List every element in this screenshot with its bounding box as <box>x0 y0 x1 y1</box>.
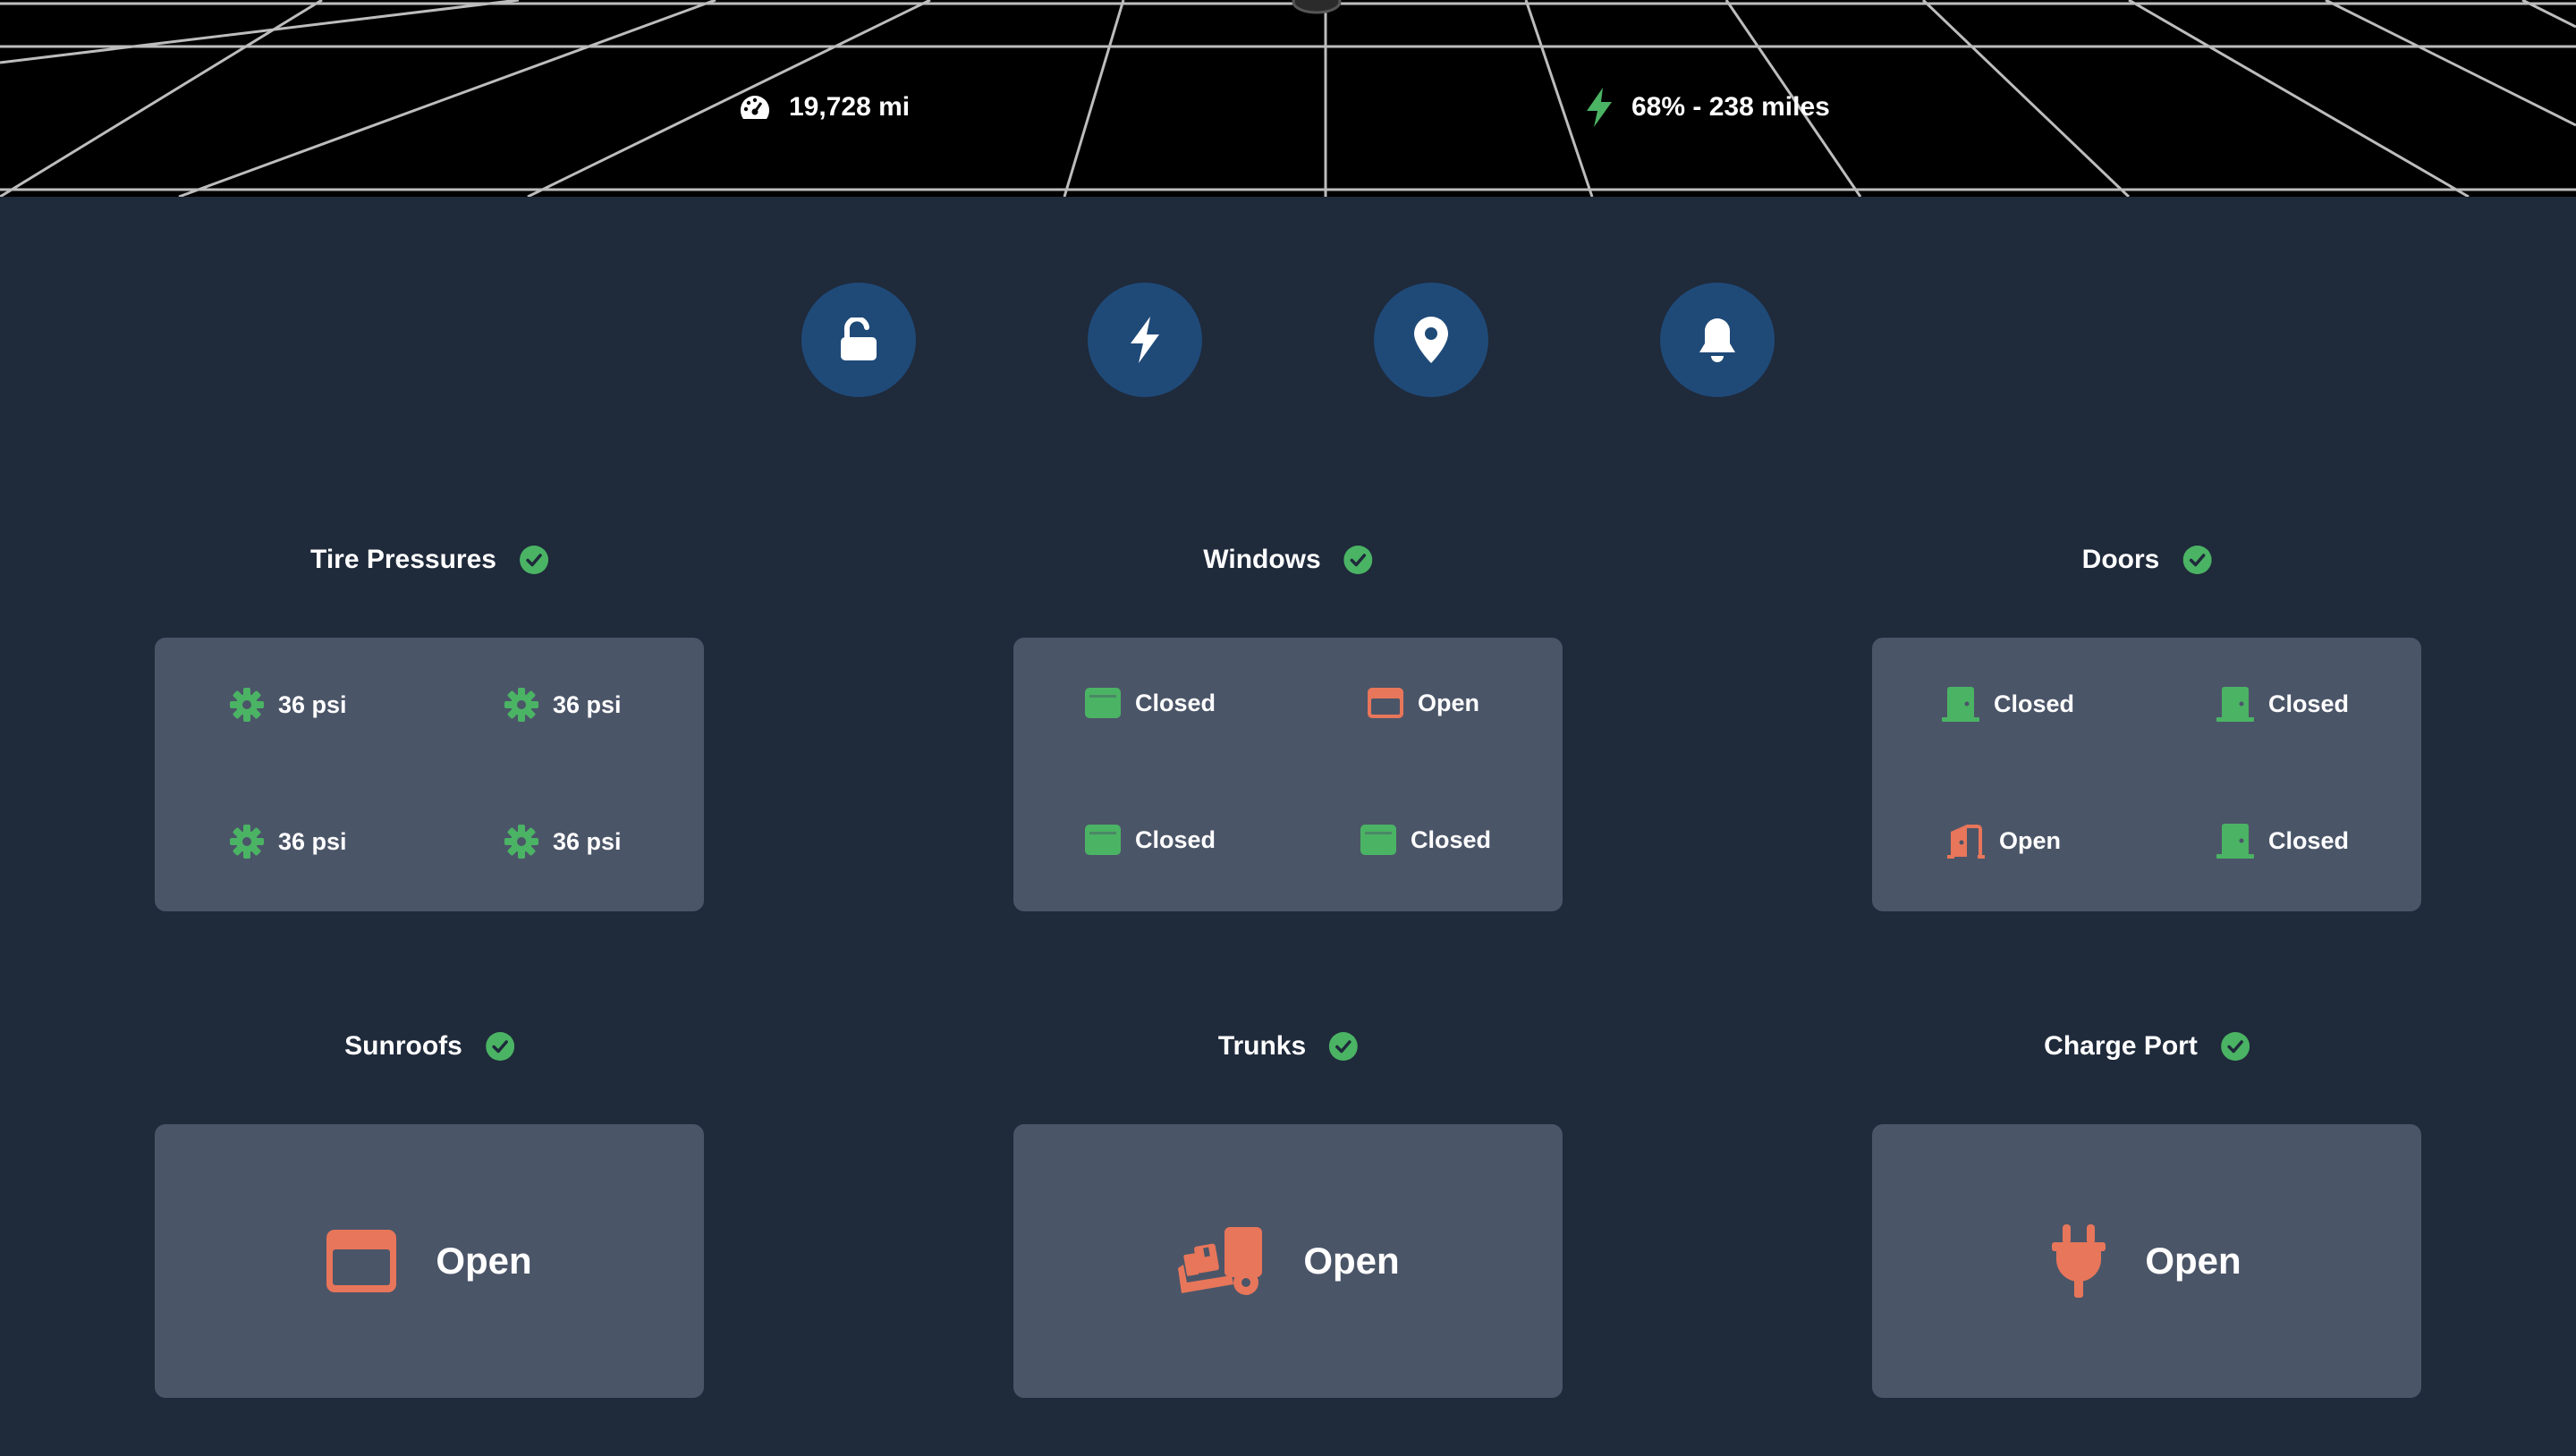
gear-icon <box>504 688 538 722</box>
window-closed-icon <box>1360 825 1396 855</box>
lightning-icon <box>1585 88 1614 127</box>
window-status: Open <box>1418 689 1480 716</box>
door-rear-right: Closed <box>2216 823 2349 859</box>
charge-port-card: Open <box>1872 1124 2421 1398</box>
door-open-icon <box>1947 825 1985 859</box>
odometer-value: 19,728 mi <box>789 92 911 122</box>
sunroof-status: Open <box>155 1124 704 1398</box>
door-closed-icon <box>1942 687 1979 722</box>
location-button[interactable] <box>1374 283 1488 397</box>
check-circle-icon <box>2182 546 2212 574</box>
unlock-button[interactable] <box>801 283 916 397</box>
door-status: Open <box>1999 826 2062 854</box>
window-status: Closed <box>1135 825 1216 853</box>
window-front-left: Closed <box>1085 688 1216 718</box>
door-front-right: Closed <box>2216 686 2349 722</box>
trunks-title: Trunks <box>1217 1029 1359 1064</box>
charge-port-title: Charge Port <box>2044 1029 2250 1064</box>
section-title-label: Tire Pressures <box>310 545 496 574</box>
window-front-right: Open <box>1368 688 1479 718</box>
window-rear-left: Closed <box>1085 825 1216 855</box>
window-open-icon <box>326 1230 397 1292</box>
trunk-status-label: Open <box>1303 1240 1400 1282</box>
section-title-label: Windows <box>1203 545 1321 574</box>
check-circle-icon <box>2220 1032 2250 1061</box>
tire-rear-right: 36 psi <box>504 825 622 859</box>
tire-front-right: 36 psi <box>504 688 622 722</box>
tire-pressure-value: 36 psi <box>553 827 622 855</box>
battery-stat: 68% - 238 miles <box>1585 82 1830 132</box>
door-front-left: Closed <box>1942 686 2074 722</box>
alerts-button[interactable] <box>1660 283 1775 397</box>
door-closed-icon <box>2216 824 2254 859</box>
tire-pressure-value: 36 psi <box>278 690 347 718</box>
grid-background <box>0 0 2576 197</box>
door-closed-icon <box>2216 687 2254 722</box>
tire-pressures-title: Tire Pressures <box>310 542 548 578</box>
window-closed-icon <box>1085 688 1121 718</box>
door-rear-left: Open <box>1947 823 2061 859</box>
windows-card: Closed Open Closed Closed <box>1013 638 1563 911</box>
window-status: Closed <box>1135 689 1216 716</box>
charge-port-status: Open <box>1872 1124 2421 1398</box>
odometer-stat: 19,728 mi <box>739 82 910 132</box>
tire-pressure-value: 36 psi <box>278 827 347 855</box>
section-title-label: Charge Port <box>2044 1031 2198 1061</box>
bell-icon <box>1699 318 1735 362</box>
tire-front-left: 36 psi <box>230 688 347 722</box>
tire-rear-left: 36 psi <box>230 825 347 859</box>
speedometer-icon <box>739 94 771 121</box>
unlock-icon <box>841 317 877 360</box>
charge-button[interactable] <box>1088 283 1202 397</box>
sunroofs-card: Open <box>155 1124 704 1398</box>
section-title-label: Trunks <box>1217 1031 1307 1061</box>
check-circle-icon <box>1329 1032 1359 1061</box>
vehicle-hero-banner: 19,728 mi 68% - 238 miles <box>0 0 2576 197</box>
window-open-icon <box>1368 688 1403 718</box>
door-status: Closed <box>2268 826 2350 854</box>
check-circle-icon <box>485 1032 514 1061</box>
section-title-label: Sunroofs <box>344 1031 462 1061</box>
location-pin-icon <box>1414 317 1448 363</box>
check-circle-icon <box>519 546 548 574</box>
gear-icon <box>230 688 264 722</box>
plug-icon <box>2052 1224 2106 1298</box>
trunks-card: Open <box>1013 1124 1563 1398</box>
doors-card: Closed Closed Open Closed <box>1872 638 2421 911</box>
section-title-label: Doors <box>2081 545 2160 574</box>
tire-pressures-card: 36 psi 36 psi 36 psi 36 psi <box>155 638 704 911</box>
doors-title: Doors <box>2082 542 2212 578</box>
tire-pressure-value: 36 psi <box>553 690 622 718</box>
trunk-status: Open <box>1013 1124 1563 1398</box>
window-closed-icon <box>1085 825 1121 855</box>
door-status: Closed <box>2268 690 2350 717</box>
windows-title: Windows <box>1203 542 1373 578</box>
sunroofs-title: Sunroofs <box>344 1029 514 1064</box>
gear-icon <box>504 825 538 859</box>
charge-port-status-label: Open <box>2145 1240 2241 1282</box>
check-circle-icon <box>1343 546 1373 574</box>
dolly-icon <box>1178 1227 1263 1295</box>
battery-value: 68% - 238 miles <box>1631 92 1830 122</box>
sunroof-status-label: Open <box>436 1240 532 1282</box>
door-status: Closed <box>1994 690 2075 717</box>
lightning-icon <box>1131 317 1159 363</box>
gear-icon <box>230 825 264 859</box>
window-status: Closed <box>1411 825 1492 853</box>
window-rear-right: Closed <box>1360 825 1491 855</box>
